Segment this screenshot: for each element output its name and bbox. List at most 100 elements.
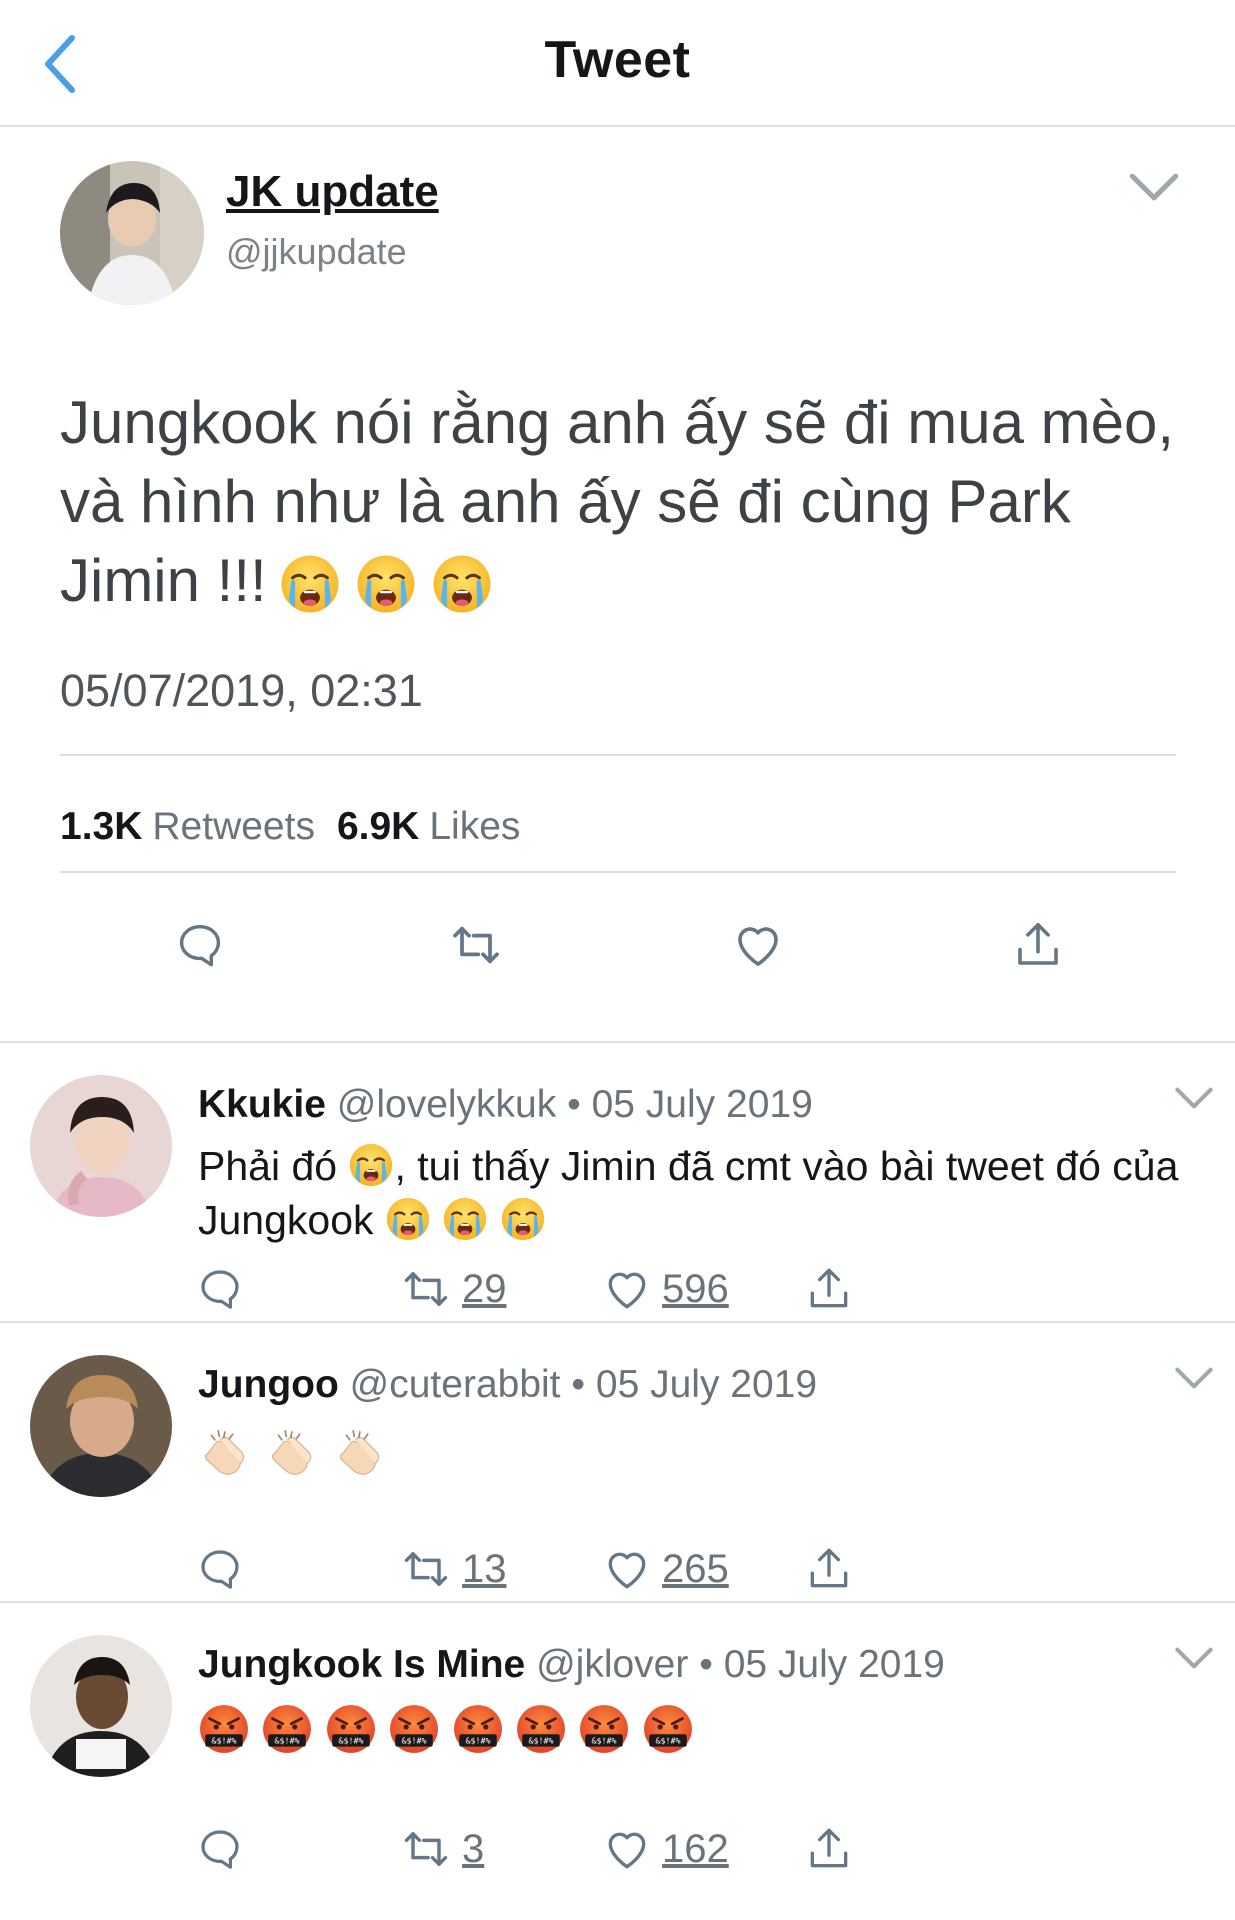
like-count: 162	[662, 1826, 729, 1871]
reply-author-name[interactable]: Kkukie	[198, 1083, 326, 1126]
reply-tweet[interactable]: Jungkook Is Mine @jklover • 05 July 2019…	[0, 1603, 1235, 1883]
separator-dot: •	[699, 1643, 713, 1686]
like-count: 265	[662, 1546, 729, 1591]
retweet-icon	[400, 1823, 452, 1875]
chevron-down-icon[interactable]	[1174, 1363, 1214, 1393]
reply-button[interactable]	[196, 1821, 244, 1877]
retweets-stat[interactable]: 1.3K Retweets	[60, 805, 315, 849]
avatar-photo	[30, 1355, 172, 1497]
reply-author-handle[interactable]: @jklover	[536, 1643, 688, 1686]
loudly-crying-face-icon	[355, 553, 417, 615]
reply-icon	[196, 1265, 244, 1313]
reply-actions: 29 596	[0, 1261, 1235, 1317]
divider	[60, 871, 1176, 873]
retweets-label: Retweets	[152, 805, 315, 848]
clapping-hands-icon	[333, 1423, 389, 1479]
tweet-text: Jungkook nói rằng anh ấy sẽ đi mua mèo, …	[60, 383, 1180, 620]
reply-text	[198, 1423, 1208, 1484]
likes-label: Likes	[429, 805, 521, 848]
retweets-count: 1.3K	[60, 805, 143, 848]
reply-tweet[interactable]: Jungoo @cuterabbit • 05 July 2019 13 265	[0, 1323, 1235, 1603]
like-button[interactable]: 162	[602, 1821, 729, 1877]
reply-text-part2: , tui thấy Jimin đã cmt vào bài tweet đó…	[198, 1143, 1179, 1243]
face-with-symbols-on-mouth-icon	[325, 1703, 377, 1755]
heart-icon	[602, 1264, 652, 1314]
face-with-symbols-on-mouth-icon	[515, 1703, 567, 1755]
chevron-down-icon[interactable]	[1174, 1083, 1214, 1113]
author-name[interactable]: JK update	[226, 167, 439, 217]
reply-icon	[196, 1545, 244, 1593]
reply-actions: 13 265	[0, 1541, 1235, 1597]
like-count: 596	[662, 1266, 729, 1311]
face-with-symbols-on-mouth-icon	[198, 1703, 250, 1755]
share-button[interactable]	[804, 1541, 854, 1597]
retweet-button[interactable]: 3	[400, 1821, 484, 1877]
retweet-icon	[448, 917, 504, 973]
like-button[interactable]: 265	[602, 1541, 729, 1597]
loudly-crying-face-icon	[442, 1196, 488, 1242]
divider	[60, 754, 1176, 756]
chevron-down-icon[interactable]	[1174, 1643, 1214, 1673]
reply-author-name[interactable]: Jungoo	[198, 1363, 339, 1406]
share-button[interactable]	[1010, 917, 1066, 973]
main-tweet: JK update @jjkupdate Jungkook nói rằng a…	[0, 127, 1235, 1043]
avatar[interactable]	[30, 1355, 172, 1497]
retweet-button[interactable]	[448, 917, 504, 973]
tweet-timestamp: 05/07/2019, 02:31	[60, 665, 423, 716]
clapping-hands-icon	[265, 1423, 321, 1479]
avatar[interactable]	[60, 161, 204, 305]
share-icon	[1011, 918, 1065, 972]
loudly-crying-face-icon	[385, 1196, 431, 1242]
tweet-stats: 1.3K Retweets 6.9K Likes	[60, 805, 520, 849]
page-title: Tweet	[544, 31, 691, 89]
retweet-count: 29	[462, 1266, 507, 1311]
avatar-photo	[30, 1635, 172, 1777]
reply-button[interactable]	[196, 1541, 244, 1597]
likes-stat[interactable]: 6.9K Likes	[337, 805, 520, 849]
reply-text	[198, 1703, 1208, 1760]
loudly-crying-face-icon	[348, 1142, 394, 1188]
reply-author-handle[interactable]: @lovelykkuk	[337, 1083, 557, 1126]
reply-date: 05 July 2019	[723, 1643, 945, 1686]
author-handle[interactable]: @jjkupdate	[226, 231, 407, 273]
chevron-down-icon[interactable]	[1128, 167, 1180, 207]
retweet-count: 3	[462, 1826, 485, 1871]
reply-header: Jungoo @cuterabbit • 05 July 2019	[198, 1363, 817, 1407]
loudly-crying-face-icon	[500, 1196, 546, 1242]
reply-tweet[interactable]: Kkukie @lovelykkuk • 05 July 2019 Phải đ…	[0, 1043, 1235, 1323]
reply-text: Phải đó , tui thấy Jimin đã cmt vào bài …	[198, 1139, 1208, 1247]
avatar-photo	[30, 1075, 172, 1217]
reply-button[interactable]	[172, 917, 228, 973]
heart-icon	[731, 918, 785, 972]
reply-icon	[196, 1825, 244, 1873]
tweet-actions	[0, 927, 1235, 1007]
face-with-symbols-on-mouth-icon	[261, 1703, 313, 1755]
share-button[interactable]	[804, 1261, 854, 1317]
like-button[interactable]	[730, 917, 786, 973]
reply-actions: 3 162	[0, 1821, 1235, 1877]
separator-dot: •	[571, 1363, 586, 1406]
clapping-hands-icon	[198, 1423, 254, 1479]
retweet-count: 13	[462, 1546, 507, 1591]
reply-author-handle[interactable]: @cuterabbit	[350, 1363, 561, 1406]
retweet-button[interactable]: 13	[400, 1541, 507, 1597]
tweet-text-body: Jungkook nói rằng anh ấy sẽ đi mua mèo, …	[60, 389, 1175, 614]
heart-icon	[602, 1824, 652, 1874]
avatar[interactable]	[30, 1635, 172, 1777]
face-with-symbols-on-mouth-icon	[452, 1703, 504, 1755]
reply-author-name[interactable]: Jungkook Is Mine	[198, 1643, 525, 1686]
avatar[interactable]	[30, 1075, 172, 1217]
top-bar: Tweet	[0, 0, 1235, 127]
loudly-crying-face-icon	[431, 553, 493, 615]
retweet-icon	[400, 1263, 452, 1315]
heart-icon	[602, 1544, 652, 1594]
reply-text-part1: Phải đó	[198, 1143, 338, 1189]
share-icon	[804, 1824, 854, 1874]
like-button[interactable]: 596	[602, 1261, 729, 1317]
reply-date: 05 July 2019	[591, 1083, 813, 1126]
separator-dot: •	[567, 1083, 581, 1126]
retweet-button[interactable]: 29	[400, 1261, 507, 1317]
share-button[interactable]	[804, 1821, 854, 1877]
reply-button[interactable]	[196, 1261, 244, 1317]
share-icon	[804, 1264, 854, 1314]
